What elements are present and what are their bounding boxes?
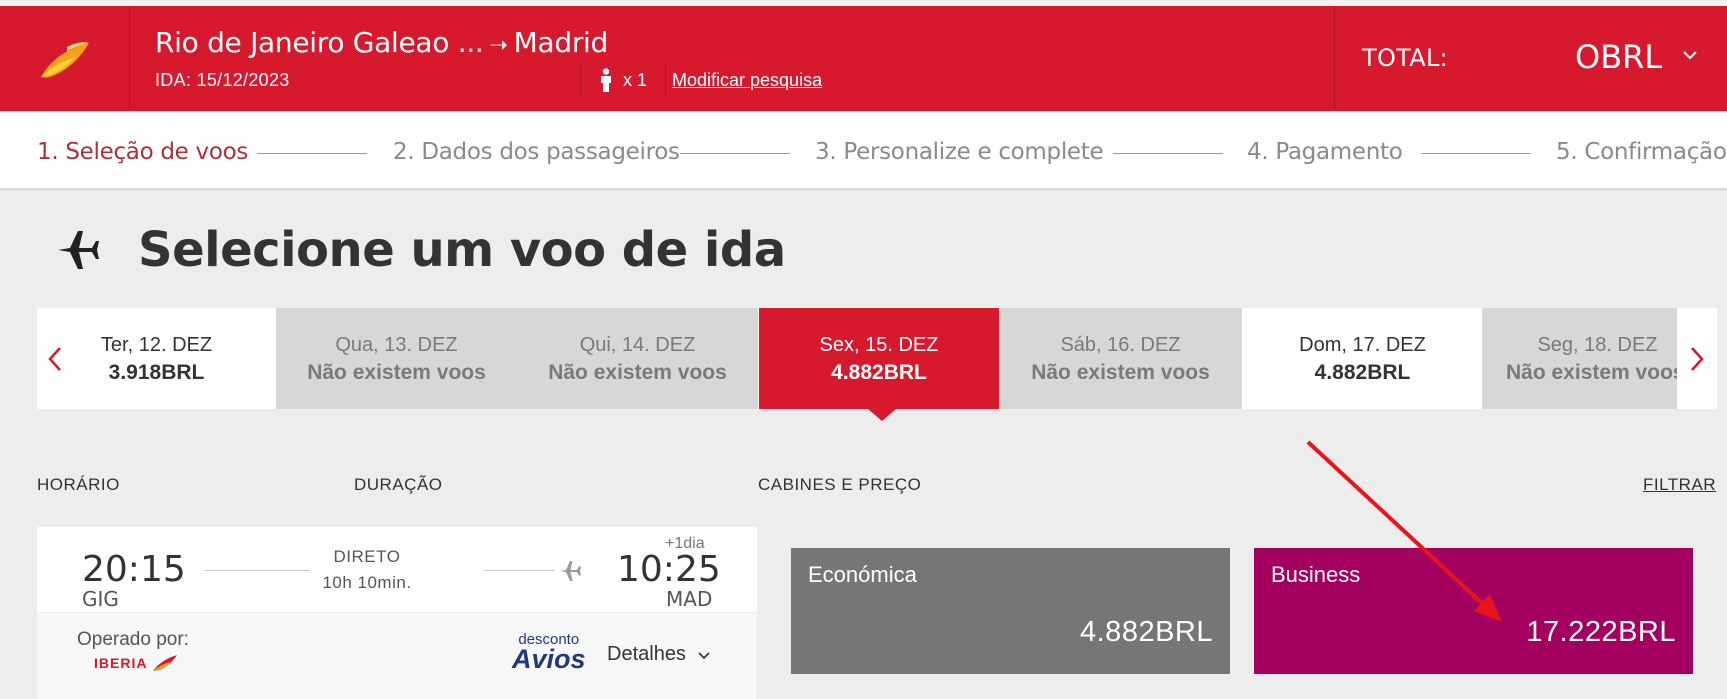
flight-duration: 10h 10min. [322,573,412,592]
step-flight-selection: 1. Seleção de voos [37,139,249,165]
selected-date-pointer [868,409,896,421]
flight-row[interactable]: 20:15 GIG DIRETO 10h 10min. +1dia 10:25 … [37,527,757,699]
step-passenger-data: 2. Dados dos passageiros [393,139,680,165]
total-box[interactable]: TOTAL: OBRL [1334,6,1727,111]
arrival-time: 10:25 [617,549,721,590]
person-icon [601,68,611,92]
date-price: Não existem voos [307,361,486,384]
chevron-down-icon[interactable] [1683,44,1697,65]
step-divider [1113,153,1223,154]
passenger-count-label: x 1 [623,69,648,90]
operator-name: IBERIA [94,655,148,671]
passenger-count: x 1 [580,63,667,97]
iberia-logo[interactable] [0,6,130,111]
chevron-right-icon [1691,346,1704,371]
column-cabins: CABINES E PREÇO [758,475,922,494]
cabin-price: 17.222BRL [1526,616,1676,648]
details-button[interactable]: Detalhes [607,643,710,666]
date-option[interactable]: Qui, 14. DEZ Não existem voos [517,308,758,409]
operator-logo: IBERIA [94,653,179,673]
total-value: OBRL [1575,38,1663,76]
date-price: 4.882BRL [1314,361,1411,384]
departure-date: IDA: 15/12/2023 [155,70,290,90]
date-day: Qui, 14. DEZ [579,334,696,356]
total-label: TOTAL: [1362,44,1449,72]
flight-type: DIRETO [333,547,401,566]
route-arrow-icon: ➝ [489,33,508,58]
avios-label: Avios [512,644,586,674]
booking-page: Rio de Janeiro Galeao ... ➝ Madrid IDA: 15… [0,0,1727,699]
page-title-row: Selecione um voo de ida [56,222,786,278]
operated-by-label: Operado por: [77,629,189,650]
avios-discount-badge: desconto Avios [512,631,586,675]
date-day: Qua, 13. DEZ [335,334,458,356]
cabin-price: 4.882BRL [1080,616,1213,648]
booking-steps: 1. Seleção de voos 2. Dados dos passagei… [0,111,1727,191]
airplane-icon [58,231,99,269]
iberia-wing-icon [40,41,89,78]
column-duration: DURAÇÃO [354,475,443,494]
page-title: Selecione um voo de ida [138,222,786,278]
modify-search-link[interactable]: Modificar pesquisa [672,70,822,91]
route-destination: Madrid [513,26,609,59]
date-day: Sex, 15. DEZ [819,334,939,356]
flight-details-bar: Operado por: IBERIA desconto Avios Detal… [37,612,757,699]
route-line [484,570,554,571]
cabin-economy-button[interactable]: Económica 4.882BRL [791,548,1230,674]
route-origin: Rio de Janeiro Galeao ... [155,26,484,59]
date-price: 4.882BRL [831,361,927,384]
route-line [205,570,310,571]
search-summary-header: Rio de Janeiro Galeao ... ➝ Madrid IDA: 15… [0,6,1727,111]
filter-link[interactable]: FILTRAR [1643,475,1716,495]
chevron-down-icon [697,652,710,660]
column-schedule: HORÁRIO [37,475,120,494]
cabin-name: Business [1271,562,1361,587]
departure-airport: GIG [82,587,119,611]
step-payment: 4. Pagamento [1247,139,1403,165]
date-option[interactable]: Sáb, 16. DEZ Não existem voos [999,308,1242,409]
departure-time: 20:15 [82,549,186,590]
iberia-wing-icon [153,655,178,671]
date-option[interactable]: Qua, 13. DEZ Não existem voos [276,308,517,409]
date-carousel: Ter, 12. DEZ 3.918BRL Qua, 13. DEZ Não e… [37,308,1717,409]
step-personalize: 3. Personalize e complete [815,139,1104,165]
step-divider [257,153,367,154]
date-option[interactable]: Dom, 17. DEZ 4.882BRL [1242,308,1483,409]
date-price: Não existem voos [1031,361,1210,384]
arrival-airport: MAD [666,587,713,611]
carousel-prev-button[interactable] [37,308,73,409]
date-day: Sáb, 16. DEZ [1060,334,1181,356]
carousel-next-button[interactable] [1677,308,1717,409]
cabin-business-button[interactable]: Business 17.222BRL [1254,548,1693,674]
date-day: Dom, 17. DEZ [1299,334,1426,356]
route: Rio de Janeiro Galeao ... ➝ Madrid [155,26,608,59]
details-label: Detalhes [607,643,686,665]
date-option-selected[interactable]: Sex, 15. DEZ 4.882BRL [759,308,999,409]
step-divider [680,153,790,154]
step-divider [1421,153,1531,154]
airplane-icon [560,561,581,581]
date-price: Não existem voos [548,361,727,384]
step-confirmation: 5. Confirmação [1556,139,1727,165]
cabin-name: Económica [808,562,917,587]
chevron-left-icon [48,346,61,371]
